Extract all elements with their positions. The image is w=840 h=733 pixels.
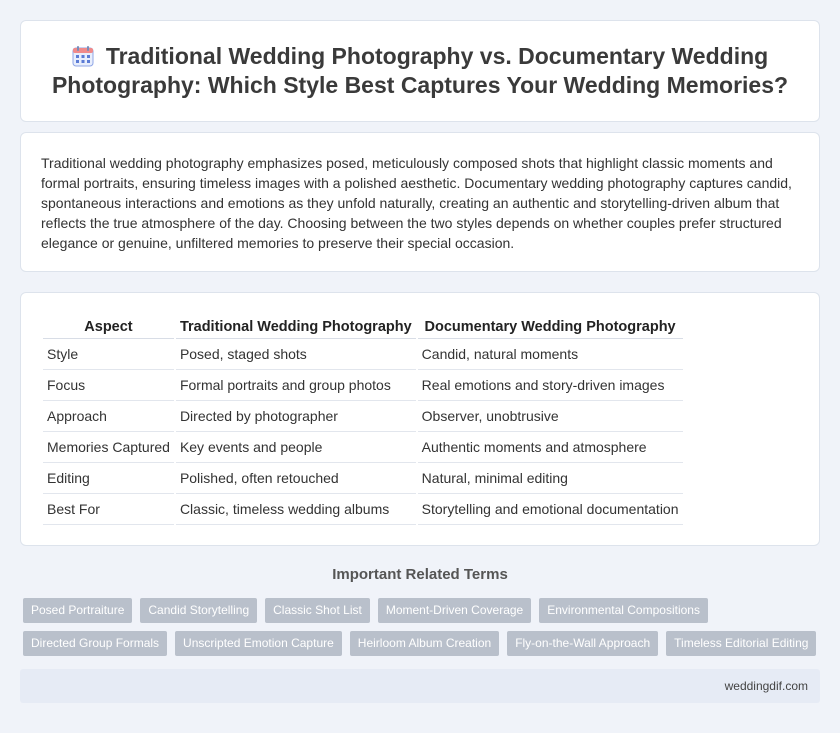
- table-cell: Approach: [43, 401, 174, 432]
- table-cell: Directed by photographer: [175, 401, 416, 432]
- term-tag[interactable]: Unscripted Emotion Capture: [175, 631, 342, 656]
- term-tag[interactable]: Timeless Editorial Editing: [666, 631, 817, 656]
- term-tag[interactable]: Classic Shot List: [265, 598, 370, 623]
- table-row: Best For Classic, timeless wedding album…: [43, 494, 683, 525]
- calendar-icon: [72, 46, 94, 67]
- term-tag[interactable]: Heirloom Album Creation: [349, 631, 500, 656]
- table-cell: Storytelling and emotional documentation: [417, 494, 683, 525]
- page-title: Traditional Wedding Photography vs. Docu…: [21, 42, 819, 100]
- intro-card: Traditional wedding photography emphasiz…: [20, 132, 820, 272]
- table-row: Editing Polished, often retouched Natura…: [43, 463, 683, 494]
- table-cell: Best For: [43, 494, 174, 525]
- table-cell: Editing: [43, 463, 174, 494]
- related-terms-list: Posed Portraiture Candid Storytelling Cl…: [23, 598, 823, 656]
- table-row: Style Posed, staged shots Candid, natura…: [43, 339, 683, 370]
- term-tag[interactable]: Directed Group Formals: [23, 631, 168, 656]
- table-cell: Natural, minimal editing: [417, 463, 683, 494]
- table-cell: Real emotions and story-driven images: [417, 370, 683, 401]
- table-cell: Focus: [43, 370, 174, 401]
- term-tag[interactable]: Moment-Driven Coverage: [377, 598, 532, 623]
- comparison-table: Aspect Traditional Wedding Photography D…: [41, 315, 685, 525]
- table-header-row: Aspect Traditional Wedding Photography D…: [43, 315, 683, 339]
- intro-paragraph: Traditional wedding photography emphasiz…: [41, 155, 792, 251]
- term-tag[interactable]: Posed Portraiture: [23, 598, 133, 623]
- header-card: Traditional Wedding Photography vs. Docu…: [20, 20, 820, 122]
- table-cell: Polished, often retouched: [175, 463, 416, 494]
- footer-bar: weddingdif.com: [20, 669, 820, 703]
- column-header-aspect: Aspect: [43, 315, 174, 339]
- table-cell: Memories Captured: [43, 432, 174, 463]
- term-tag[interactable]: Fly-on-the-Wall Approach: [507, 631, 659, 656]
- table-row: Focus Formal portraits and group photos …: [43, 370, 683, 401]
- site-link[interactable]: weddingdif.com: [725, 679, 808, 693]
- table-row: Memories Captured Key events and people …: [43, 432, 683, 463]
- column-header-documentary: Documentary Wedding Photography: [417, 315, 683, 339]
- term-tag[interactable]: Candid Storytelling: [140, 598, 258, 623]
- comparison-card: Aspect Traditional Wedding Photography D…: [20, 292, 820, 546]
- table-cell: Style: [43, 339, 174, 370]
- table-cell: Formal portraits and group photos: [175, 370, 416, 401]
- table-cell: Posed, staged shots: [175, 339, 416, 370]
- column-header-traditional: Traditional Wedding Photography: [175, 315, 416, 339]
- table-cell: Key events and people: [175, 432, 416, 463]
- page-title-text: Traditional Wedding Photography vs. Docu…: [51, 43, 789, 98]
- table-cell: Authentic moments and atmosphere: [417, 432, 683, 463]
- table-cell: Candid, natural moments: [417, 339, 683, 370]
- table-cell: Classic, timeless wedding albums: [175, 494, 416, 525]
- related-terms-title: Important Related Terms: [332, 566, 508, 583]
- table-cell: Observer, unobtrusive: [417, 401, 683, 432]
- term-tag[interactable]: Environmental Compositions: [539, 598, 708, 623]
- table-row: Approach Directed by photographer Observ…: [43, 401, 683, 432]
